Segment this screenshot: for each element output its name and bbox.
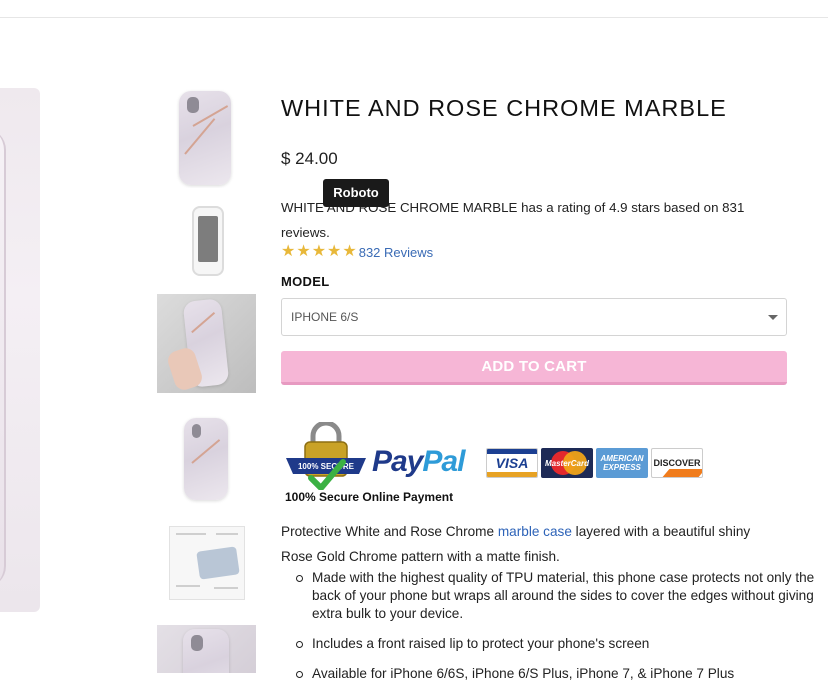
model-label: MODEL — [281, 274, 330, 289]
secure-lock-seal-icon: 100% SECURE — [286, 422, 366, 490]
model-select[interactable]: IPHONE 6/S — [281, 298, 787, 336]
seal-text: 100% SECURE — [298, 462, 355, 471]
add-to-cart-button[interactable]: ADD TO CART — [281, 351, 787, 385]
star-icon: ★ — [311, 243, 327, 260]
clear-case-image — [192, 206, 224, 276]
paypal-pal-text: Pal — [422, 445, 465, 478]
thumbnail-3[interactable] — [157, 294, 256, 393]
chrome-streak — [184, 118, 216, 155]
amex-text: AMERICAN EXPRESS — [600, 454, 644, 472]
dropdown-caret-icon — [768, 315, 778, 320]
mastercard-text: MasterCard — [544, 458, 589, 468]
packaging-text-line — [176, 585, 200, 587]
thumbnail-2[interactable] — [157, 200, 256, 280]
visa-bottom-band — [487, 472, 537, 477]
star-rating[interactable]: ★ ★ ★ ★ ★ 832 Reviews — [281, 242, 433, 262]
paypal-pay-text: Pay — [372, 445, 423, 478]
packaging-image — [169, 526, 245, 600]
description-intro-start: Protective White and Rose Chrome — [281, 524, 498, 539]
thumbnail-4[interactable] — [157, 410, 256, 508]
visa-top-band — [487, 449, 537, 454]
secure-payment-caption: 100% Secure Online Payment — [285, 490, 454, 504]
packaging-text-line — [214, 587, 238, 589]
packaging-text-line — [176, 533, 206, 535]
top-bar — [0, 0, 828, 18]
thumbnail-1[interactable] — [157, 88, 256, 188]
phone-case-image — [184, 418, 228, 500]
accepted-cards: VISA MasterCard AMERICAN EXPRESS DISCOVE… — [486, 448, 706, 478]
chrome-streak — [191, 439, 221, 464]
product-price: $ 24.00 — [281, 149, 338, 168]
paypal-logo: PayPal — [372, 445, 465, 479]
camera-cutout — [192, 424, 201, 438]
feature-item: Includes a front raised lip to protect y… — [296, 635, 817, 653]
mastercard-icon: MasterCard — [541, 448, 593, 478]
star-icon: ★ — [327, 243, 342, 260]
thumbnail-5[interactable] — [157, 522, 256, 604]
main-product-image[interactable] — [0, 88, 40, 612]
camera-cutout — [187, 97, 199, 113]
feature-list: Made with the highest quality of TPU mat… — [281, 569, 817, 695]
product-title: WHITE AND ROSE CHROME MARBLE — [281, 95, 727, 121]
phone-screen — [198, 216, 218, 262]
star-icon: ★ — [281, 243, 296, 260]
discover-text: DISCOVER — [653, 458, 701, 468]
discover-card-icon: DISCOVER — [651, 448, 703, 478]
star-icon: ★ — [342, 243, 357, 260]
font-tooltip: Roboto — [323, 179, 389, 207]
model-select-value: IPHONE 6/S — [291, 310, 359, 324]
visa-card-icon: VISA — [486, 448, 538, 478]
thumbnail-6[interactable] — [157, 625, 256, 673]
packaging-text-line — [216, 533, 238, 535]
packaging-case — [196, 546, 240, 580]
amex-card-icon: AMERICAN EXPRESS — [596, 448, 648, 478]
star-icon: ★ — [296, 243, 311, 260]
chrome-streak — [191, 311, 216, 334]
marble-case-link[interactable]: marble case — [498, 524, 572, 539]
visa-text: VISA — [495, 455, 529, 471]
reviews-link[interactable]: 832 Reviews — [359, 245, 433, 260]
case-edge-graphic — [0, 128, 6, 588]
feature-item: Made with the highest quality of TPU mat… — [296, 569, 817, 623]
discover-orange-bar — [662, 469, 702, 477]
phone-case-image — [183, 629, 229, 673]
camera-cutout — [191, 635, 203, 651]
product-description: Protective White and Rose Chrome marble … — [281, 519, 773, 569]
phone-case-image — [179, 91, 231, 185]
feature-item: Available for iPhone 6/6S, iPhone 6/S Pl… — [296, 665, 817, 683]
